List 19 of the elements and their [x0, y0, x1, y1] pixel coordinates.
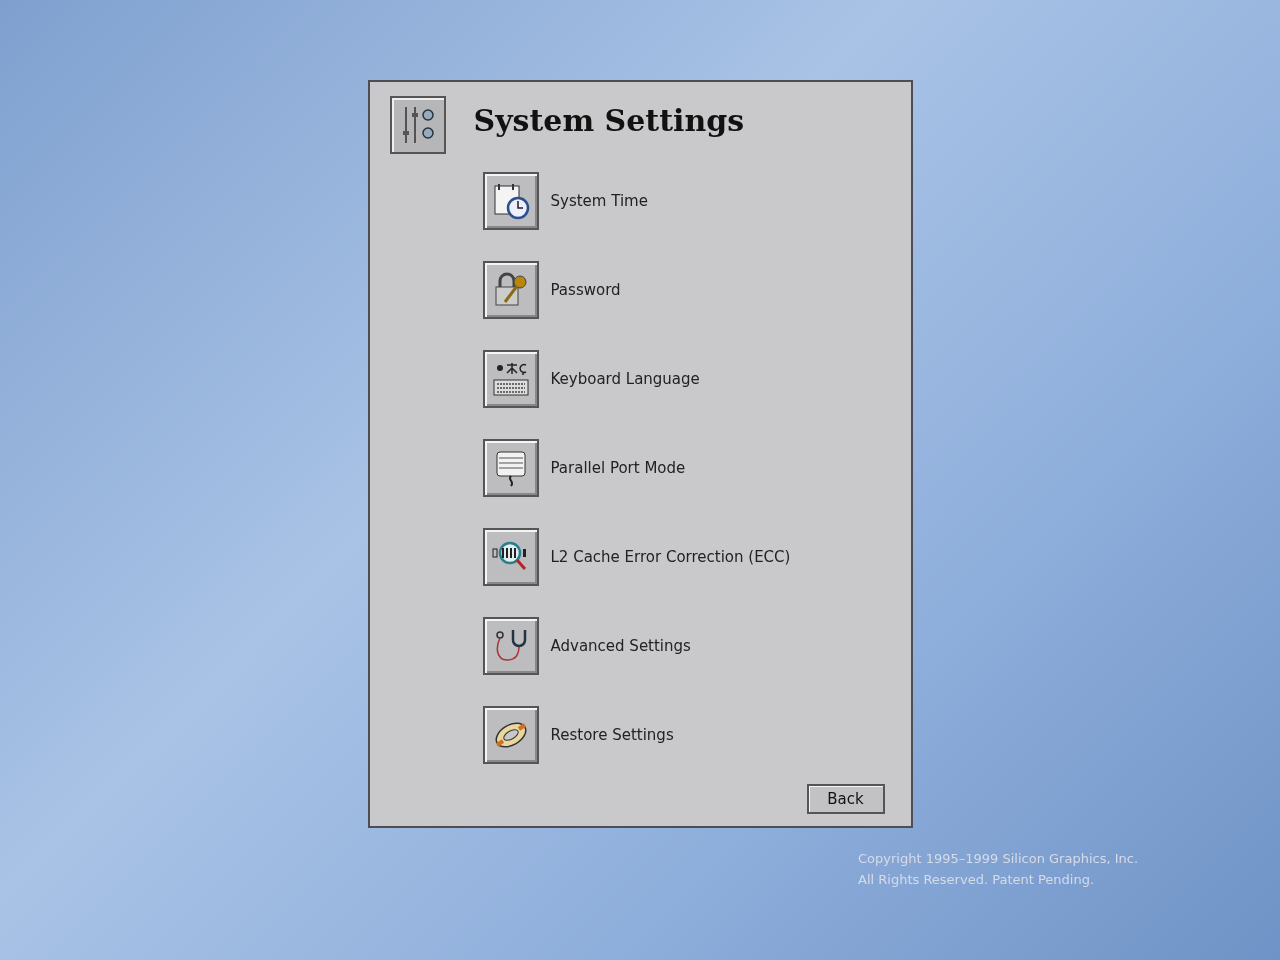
- settings-icon-button[interactable]: [482, 350, 539, 408]
- settings-label[interactable]: Parallel Port Mode: [550, 456, 686, 480]
- settings-icon-button[interactable]: [482, 261, 539, 319]
- dialog-title: System Settings: [473, 102, 745, 140]
- settings-icon-button[interactable]: [482, 706, 539, 764]
- settings-label[interactable]: System Time: [550, 189, 648, 213]
- settings-label[interactable]: Advanced Settings: [550, 634, 691, 658]
- copyright-text: Copyright 1995–1999 Silicon Graphics, Inc.: [858, 850, 1139, 868]
- settings-icon-button[interactable]: [482, 528, 539, 586]
- settings-icon-button[interactable]: [482, 617, 539, 675]
- settings-icon-button[interactable]: [482, 172, 539, 230]
- copyright-text: All Rights Reserved. Patent Pending.: [858, 871, 1096, 889]
- sliders-icon: [389, 96, 446, 154]
- settings-label[interactable]: L2 Cache Error Correction (ECC): [550, 545, 791, 569]
- settings-label[interactable]: Password: [550, 278, 621, 302]
- settings-icon-button[interactable]: [482, 439, 539, 497]
- settings-label[interactable]: Restore Settings: [550, 723, 674, 747]
- back-button[interactable]: Back: [806, 784, 885, 814]
- settings-label[interactable]: Keyboard Language: [550, 367, 700, 391]
